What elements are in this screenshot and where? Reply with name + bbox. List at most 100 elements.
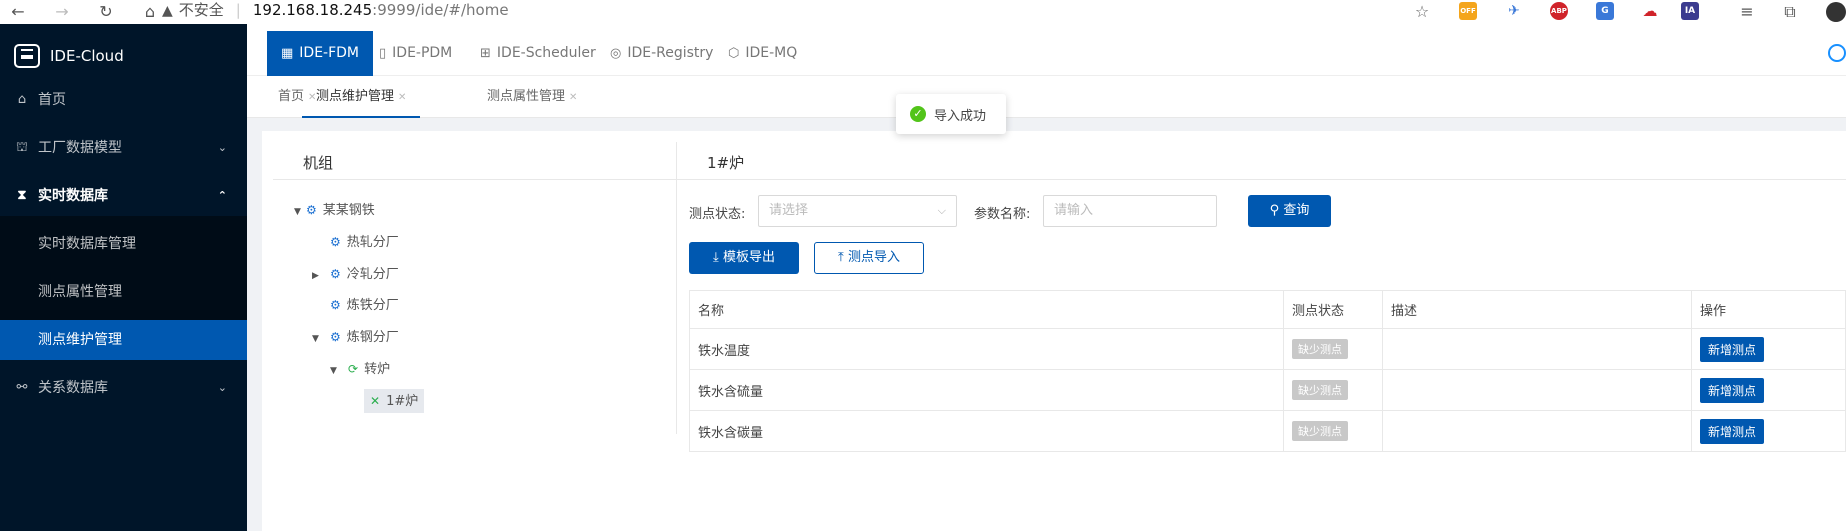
cluster-icon: ⚙	[330, 330, 341, 344]
download-icon: ⤓	[713, 250, 723, 265]
tab-label: IDE-PDM	[392, 45, 453, 61]
extension-translate-icon[interactable]: G	[1596, 2, 1614, 20]
tree-node-label: 热轧分厂	[346, 235, 399, 250]
upload-icon: ⤒	[838, 250, 848, 265]
tree-node-steelmaking[interactable]: ▼ ⚙ 炼钢分厂	[312, 325, 399, 349]
collections-icon[interactable]: ⧉	[1780, 2, 1800, 22]
add-point-button[interactable]: 新增测点	[1700, 336, 1765, 362]
sidebar-item-factory-model[interactable]: ⛫ 工厂数据模型 ⌄	[0, 128, 247, 168]
user-icon[interactable]	[1828, 44, 1846, 62]
tree-node-label: 冷轧分厂	[346, 267, 399, 282]
tree-title-divider	[273, 179, 676, 180]
close-icon[interactable]: ✕	[398, 92, 406, 103]
forward-icon[interactable]: →	[52, 2, 72, 22]
chevron-down-icon: ⌄	[217, 381, 227, 394]
sidebar-item-label: 关系数据库	[38, 380, 108, 396]
cube-icon: ⬡	[728, 46, 740, 61]
cell-action: 新增测点	[1691, 328, 1846, 370]
caret-down-icon[interactable]: ▼	[330, 359, 342, 383]
tree-node-company[interactable]: ▼ ⚙ 某某钢铁	[294, 198, 375, 222]
cell-action: 新增测点	[1691, 369, 1846, 411]
panel-divider	[676, 142, 677, 434]
page-tab-label: 测点维护管理	[316, 89, 395, 104]
query-button[interactable]: ⚲ 查询	[1248, 195, 1331, 227]
tree-node-label: 炼铁分厂	[346, 298, 399, 313]
extension-adblock-icon[interactable]: ABP	[1550, 2, 1568, 20]
page-tab-label: 测点属性管理	[487, 89, 566, 104]
tree-node-label: 转炉	[364, 362, 391, 377]
sidebar-item-realtime-db[interactable]: ⧗ 实时数据库 ⌃	[0, 176, 247, 216]
cluster-icon: ⚙	[330, 267, 341, 281]
status-badge: 缺少测点	[1292, 339, 1348, 359]
bookmark-star-icon[interactable]: ☆	[1412, 2, 1432, 22]
sidebar-item-home[interactable]: ⌂ 首页	[0, 80, 247, 120]
sidebar-item-relational-db[interactable]: ⚯ 关系数据库 ⌄	[0, 368, 247, 408]
param-input[interactable]: 请输入	[1043, 195, 1217, 227]
page-tab-point-maint[interactable]: 测点维护管理 ✕	[302, 76, 421, 118]
cell-status: 缺少测点	[1283, 328, 1383, 370]
tab-label: IDE-MQ	[745, 45, 798, 61]
tab-ide-fdm[interactable]: ▦ IDE-FDM	[267, 31, 374, 76]
close-icon[interactable]: ✕	[569, 92, 577, 103]
bank-icon: ⛫	[16, 140, 28, 155]
cell-desc	[1382, 410, 1692, 452]
detail-title-divider	[677, 179, 1846, 180]
tree-node-converter[interactable]: ▼ ⟳ 转炉	[330, 357, 390, 381]
caret-down-icon[interactable]: ▼	[312, 327, 324, 351]
tab-ide-pdm[interactable]: ▯ IDE-PDM	[365, 31, 452, 76]
cell-desc	[1382, 328, 1692, 370]
extension-off-icon[interactable]: OFF	[1459, 2, 1477, 20]
tab-label: IDE-Scheduler	[496, 45, 596, 61]
sidebar-item-point-attr[interactable]: 测点属性管理	[0, 272, 247, 312]
chevron-down-icon: ⌄	[217, 141, 227, 154]
address-bar[interactable]: ▲ 不安全 | 192.168.18.245:9999/ide/#/home	[162, 0, 509, 22]
extension-cloud-icon[interactable]: ☁	[1641, 2, 1659, 20]
cell-action: 新增测点	[1691, 410, 1846, 452]
tool-icon: ✕	[370, 394, 381, 408]
submenu-realtime-db: 实时数据库管理 测点属性管理 测点维护管理	[0, 216, 247, 360]
extension-ia-icon[interactable]: IA	[1681, 2, 1699, 20]
url-path: :9999/ide/#/home	[372, 1, 509, 19]
tree-node-label: 某某钢铁	[322, 203, 375, 218]
points-table: 名称 测点状态 描述 操作 铁水温度 缺少测点 新增测点 铁水含硫量 缺少测点 …	[689, 290, 1846, 452]
sidebar-item-realtime-db-manage[interactable]: 实时数据库管理	[0, 224, 247, 264]
tree-node-ironmaking[interactable]: ⚙ 炼铁分厂	[330, 293, 399, 317]
sidebar-item-point-maint[interactable]: 测点维护管理	[0, 320, 247, 360]
document-icon: ▯	[379, 46, 387, 61]
page-tab-point-attr[interactable]: 测点属性管理 ✕	[487, 76, 577, 118]
brand: IDE-Cloud	[14, 42, 124, 70]
home-icon[interactable]: ⌂	[140, 2, 160, 22]
column-header-name: 名称	[689, 290, 1284, 329]
cluster-icon: ⊞	[480, 46, 491, 61]
toast-message: ✓ 导入成功	[896, 94, 1006, 134]
caret-right-icon[interactable]: ▶	[312, 264, 324, 288]
table-row: 铁水含碳量 缺少测点 新增测点	[689, 410, 1846, 452]
sidebar-item-label: 实时数据库管理	[38, 236, 136, 252]
tab-label: IDE-Registry	[627, 45, 714, 61]
hourglass-icon: ⧗	[17, 188, 27, 203]
tree-node-furnace-1[interactable]: ✕ 1#炉	[364, 389, 425, 413]
status-select[interactable]: 请选择 ⌵	[758, 195, 957, 227]
sync-icon: ⟳	[348, 362, 359, 376]
tab-label: IDE-FDM	[299, 45, 360, 61]
cluster-icon: ⚙	[306, 203, 317, 217]
add-point-button[interactable]: 新增测点	[1700, 418, 1765, 444]
caret-down-icon[interactable]: ▼	[294, 200, 306, 224]
extension-bird-icon[interactable]: ✈	[1505, 2, 1523, 20]
reload-icon[interactable]: ↻	[96, 2, 116, 22]
profile-avatar[interactable]	[1826, 2, 1846, 22]
query-button-label: 查询	[1283, 203, 1310, 218]
tree-node-hot-rolling[interactable]: ⚙ 热轧分厂	[330, 230, 399, 254]
back-icon[interactable]: ←	[8, 2, 28, 22]
export-template-button[interactable]: ⤓ 模板导出	[689, 242, 799, 274]
sidebar-item-label: 首页	[38, 92, 66, 108]
import-points-button[interactable]: ⤒ 测点导入	[814, 242, 924, 274]
add-point-button[interactable]: 新增测点	[1700, 377, 1765, 403]
tab-ide-scheduler[interactable]: ⊞ IDE-Scheduler	[466, 31, 596, 76]
tree-node-cold-rolling[interactable]: ▶ ⚙ 冷轧分厂	[312, 262, 399, 286]
cell-status: 缺少测点	[1283, 410, 1383, 452]
tab-ide-registry[interactable]: ◎ IDE-Registry	[596, 31, 713, 76]
reading-list-icon[interactable]: ≡	[1737, 2, 1757, 22]
column-header-desc: 描述	[1382, 290, 1692, 329]
tab-ide-mq[interactable]: ⬡ IDE-MQ	[714, 31, 797, 76]
